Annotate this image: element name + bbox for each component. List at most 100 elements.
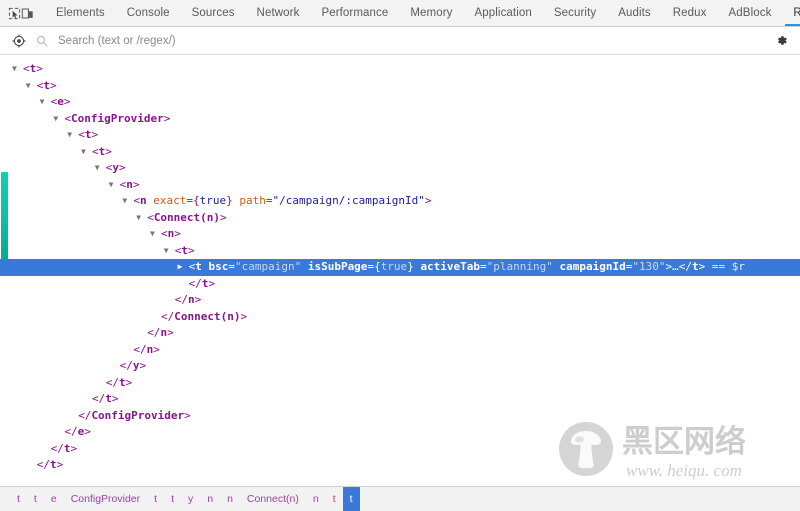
breadcrumb-item[interactable]: y bbox=[181, 487, 200, 511]
breadcrumb-item[interactable]: t bbox=[164, 487, 181, 511]
chevron-down-icon[interactable]: ▼ bbox=[109, 181, 118, 189]
tab-performance[interactable]: Performance bbox=[310, 0, 399, 26]
tab-audits[interactable]: Audits bbox=[607, 0, 662, 26]
tree-row[interactable]: ▼<Connect(n)> bbox=[0, 210, 800, 227]
chevron-down-icon[interactable]: ▼ bbox=[12, 65, 21, 73]
tree-row[interactable]: </n> bbox=[0, 292, 800, 309]
tree-row[interactable]: </n> bbox=[0, 325, 800, 342]
tree-row[interactable]: </Connect(n)> bbox=[0, 309, 800, 326]
token-ref: == $r bbox=[705, 260, 745, 273]
tree-row[interactable]: </t> bbox=[0, 441, 800, 458]
tree-row[interactable]: ▼<e> bbox=[0, 94, 800, 111]
breadcrumb-item-label: n bbox=[227, 493, 233, 505]
chevron-right-icon[interactable]: ▶ bbox=[178, 263, 187, 271]
chevron-down-icon[interactable]: ▼ bbox=[67, 131, 76, 139]
tab-console[interactable]: Console bbox=[116, 0, 181, 26]
tree-row[interactable]: </y> bbox=[0, 358, 800, 375]
token-punct: > bbox=[184, 409, 191, 422]
tree-row-text: <e> bbox=[51, 94, 71, 111]
tab-label: AdBlock bbox=[729, 7, 772, 19]
token-punct: > bbox=[139, 359, 146, 372]
token-punct: > bbox=[174, 227, 181, 240]
tree-row[interactable]: ▼<t> bbox=[0, 144, 800, 161]
tree-row[interactable]: ▼<y> bbox=[0, 160, 800, 177]
breadcrumb-item[interactable]: Connect(n) bbox=[240, 487, 306, 511]
tab-security[interactable]: Security bbox=[543, 0, 607, 26]
tree-row-text: </ConfigProvider> bbox=[78, 408, 191, 425]
breadcrumb-item[interactable]: n bbox=[220, 487, 240, 511]
tree-row[interactable]: ▼<t> bbox=[0, 61, 800, 78]
token-tag: Connect(n) bbox=[174, 310, 240, 323]
chevron-down-icon[interactable]: ▼ bbox=[136, 214, 145, 222]
token-tag: t bbox=[105, 392, 112, 405]
tab-memory[interactable]: Memory bbox=[399, 0, 463, 26]
breadcrumb-item[interactable]: t bbox=[147, 487, 164, 511]
tree-row[interactable]: ▼<ConfigProvider> bbox=[0, 111, 800, 128]
tree-row[interactable]: </t> bbox=[0, 375, 800, 392]
breadcrumb-item[interactable]: t bbox=[343, 487, 360, 511]
token-punct: > bbox=[57, 458, 64, 471]
chevron-down-icon[interactable]: ▼ bbox=[95, 164, 104, 172]
tab-network[interactable]: Network bbox=[246, 0, 311, 26]
token-tag: n bbox=[140, 194, 147, 207]
token-tag: n bbox=[188, 293, 195, 306]
tab-adblock[interactable]: AdBlock bbox=[718, 0, 783, 26]
token-punct: > bbox=[105, 145, 112, 158]
breadcrumb-item[interactable]: t bbox=[27, 487, 44, 511]
tree-row[interactable]: </t> bbox=[0, 457, 800, 474]
tab-label: Network bbox=[257, 7, 300, 19]
breadcrumb-item-label: n bbox=[207, 493, 213, 505]
token-punct: < bbox=[78, 128, 85, 141]
inspect-cursor-icon[interactable] bbox=[8, 0, 21, 26]
target-select-icon[interactable] bbox=[12, 34, 26, 48]
tree-row-text: </e> bbox=[64, 424, 91, 441]
tab-label: Memory bbox=[410, 7, 452, 19]
tree-row[interactable]: ▼<t> bbox=[0, 78, 800, 95]
tree-row[interactable]: </e> bbox=[0, 424, 800, 441]
tab-application[interactable]: Application bbox=[464, 0, 543, 26]
breadcrumb-item[interactable]: n bbox=[306, 487, 326, 511]
tab-elements[interactable]: Elements bbox=[45, 0, 116, 26]
chevron-down-icon[interactable]: ▼ bbox=[40, 98, 49, 106]
tab-react[interactable]: React bbox=[782, 0, 800, 26]
breadcrumb-item[interactable]: n bbox=[200, 487, 220, 511]
tree-row-text: <y> bbox=[106, 160, 126, 177]
search-input[interactable] bbox=[58, 32, 772, 50]
token-punct: > bbox=[425, 194, 432, 207]
tab-redux[interactable]: Redux bbox=[662, 0, 718, 26]
token-tag: t bbox=[692, 260, 699, 273]
breadcrumb-item[interactable]: t bbox=[326, 487, 343, 511]
tree-row[interactable]: </t> bbox=[0, 391, 800, 408]
chevron-down-icon[interactable]: ▼ bbox=[122, 197, 131, 205]
token-punct: </ bbox=[679, 260, 692, 273]
tree-row-selected[interactable]: ▶<t bsc="campaign" isSubPage={true} acti… bbox=[0, 259, 800, 276]
chevron-down-icon[interactable]: ▼ bbox=[164, 247, 173, 255]
token-tag: Connect(n) bbox=[154, 211, 220, 224]
tab-sources[interactable]: Sources bbox=[181, 0, 246, 26]
chevron-down-icon[interactable]: ▼ bbox=[53, 115, 62, 123]
token-punct: < bbox=[23, 62, 30, 75]
tree-row-text: </n> bbox=[175, 292, 202, 309]
panel-tabs: ElementsConsoleSources Network Performance… bbox=[45, 0, 800, 26]
token-bool: true bbox=[381, 260, 408, 273]
tree-row[interactable]: </n> bbox=[0, 342, 800, 359]
tree-row[interactable]: ▼<n> bbox=[0, 177, 800, 194]
tree-row[interactable]: ▼<n> bbox=[0, 226, 800, 243]
device-toolbar-icon[interactable] bbox=[21, 0, 34, 26]
breadcrumb-item[interactable]: ConfigProvider bbox=[64, 487, 147, 511]
gear-icon[interactable] bbox=[772, 34, 790, 47]
breadcrumb-item[interactable]: e bbox=[44, 487, 64, 511]
breadcrumb-item-label: n bbox=[313, 493, 319, 505]
tree-row[interactable]: ▼<t> bbox=[0, 127, 800, 144]
tree-row[interactable]: ▼<t> bbox=[0, 243, 800, 260]
token-bool: true bbox=[200, 194, 227, 207]
tab-label: Performance bbox=[321, 7, 388, 19]
chevron-down-icon[interactable]: ▼ bbox=[150, 230, 159, 238]
breadcrumb-item[interactable]: t bbox=[10, 487, 27, 511]
chevron-down-icon[interactable]: ▼ bbox=[81, 148, 90, 156]
chevron-down-icon[interactable]: ▼ bbox=[26, 82, 35, 90]
tree-row[interactable]: </t> bbox=[0, 276, 800, 293]
token-punct: </ bbox=[161, 310, 174, 323]
tree-row[interactable]: </ConfigProvider> bbox=[0, 408, 800, 425]
tree-row[interactable]: ▼<n exact={true} path="/campaign/:campai… bbox=[0, 193, 800, 210]
